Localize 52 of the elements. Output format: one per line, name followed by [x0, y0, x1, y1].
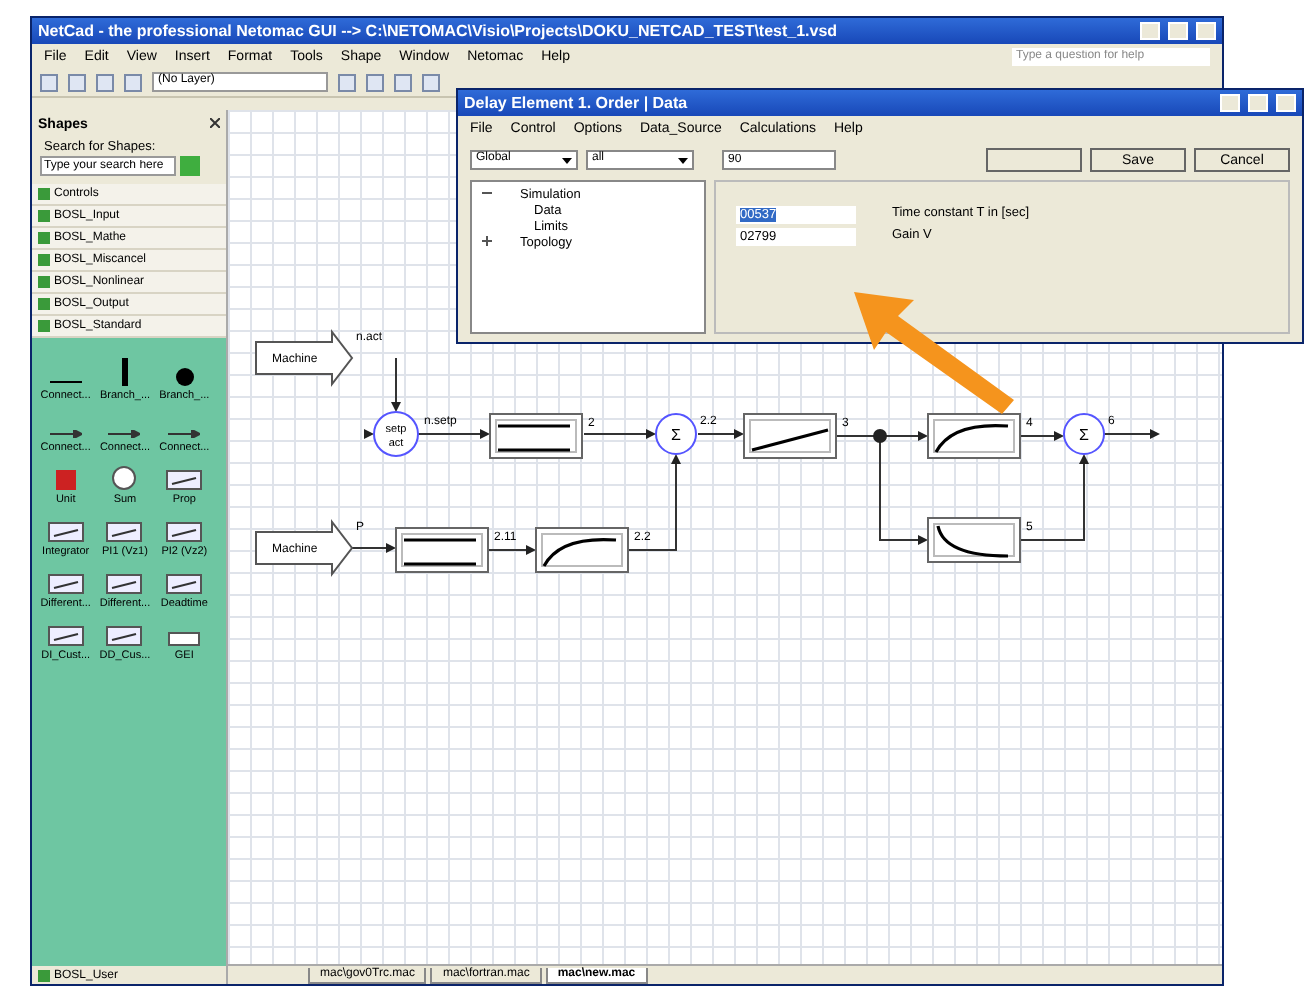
sum-icon [112, 466, 137, 490]
connector-icon [49, 378, 82, 386]
block-icon [168, 632, 201, 646]
collapse-icon[interactable] [482, 188, 492, 198]
transfer-block [395, 527, 489, 573]
connector-wire [1019, 454, 1089, 541]
block-icon [106, 522, 143, 542]
transfer-block [489, 413, 583, 459]
unit-icon [55, 470, 76, 490]
dropdown-caret-icon [562, 158, 572, 164]
block-icon [47, 522, 84, 542]
sum-node [1063, 413, 1105, 455]
dialog-title: Delay Element 1. Order | Data [464, 94, 690, 112]
comparator-node [373, 411, 419, 457]
sum-symbol: Σ [1079, 426, 1089, 444]
expand-icon[interactable] [482, 236, 492, 246]
source-arrow [255, 329, 354, 387]
connector-wire [1019, 431, 1064, 441]
dot-icon [175, 368, 194, 386]
junction-dot [873, 429, 887, 443]
connector-wire [627, 454, 681, 551]
transfer-block [927, 517, 1021, 563]
blank-button[interactable] [986, 148, 1082, 172]
arrow-icon [49, 430, 82, 438]
transfer-block [743, 413, 837, 459]
block-icon [106, 574, 143, 594]
window-title: NetCad - the professional Netomac GUI --> C:\NETOMAC\Visio\Projects\DOKU_NETCAD_TEST\test_1.vsd [38, 22, 840, 40]
block-icon [166, 574, 203, 594]
block-icon [47, 574, 84, 594]
connector-wire [364, 429, 374, 439]
transfer-block [535, 527, 629, 573]
block-icon [47, 626, 84, 646]
block-icon [106, 626, 143, 646]
transfer-block [927, 413, 1021, 459]
connector-wire [351, 543, 396, 553]
source-arrow [255, 519, 354, 577]
close-icon[interactable] [210, 118, 220, 128]
connector-wire [1103, 429, 1160, 439]
connector-wire [583, 429, 656, 439]
arrow-icon [168, 430, 201, 438]
stencil-icon [38, 969, 50, 981]
block-icon [166, 522, 203, 542]
connector-wire [487, 545, 536, 555]
arrow-icon [108, 430, 141, 438]
connector-wire [697, 429, 744, 439]
sum-symbol: Σ [671, 426, 681, 444]
connector-wire [417, 429, 490, 439]
branch-icon [121, 358, 128, 386]
connector-wire [391, 357, 401, 412]
dropdown-caret-icon [678, 158, 688, 164]
block-icon [166, 470, 203, 490]
sum-node [655, 413, 697, 455]
